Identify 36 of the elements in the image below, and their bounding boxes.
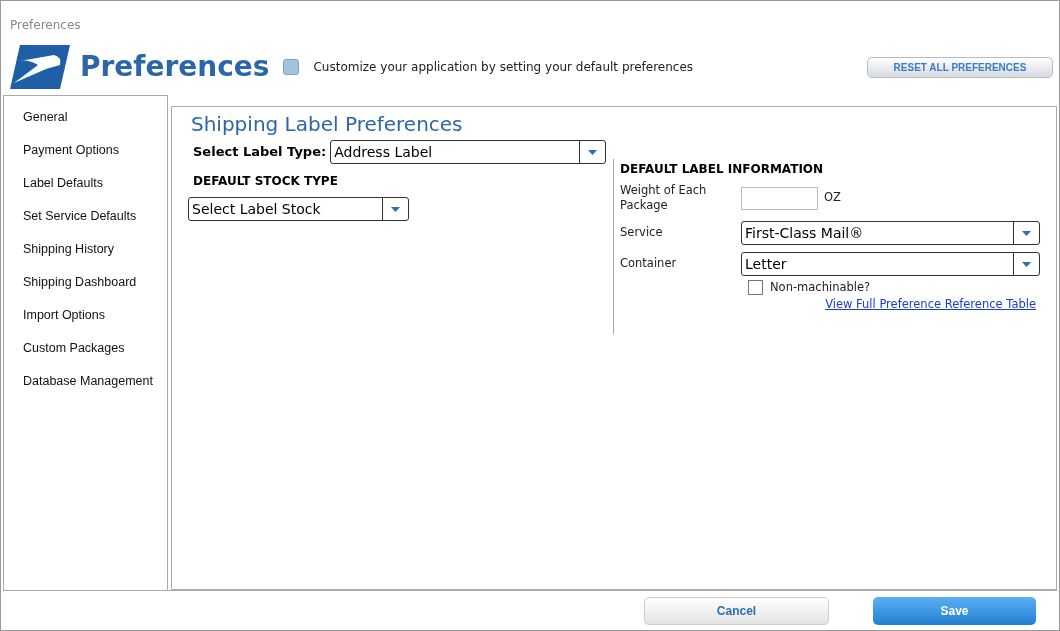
page-description: Customize your application by setting your default preferences bbox=[313, 59, 694, 76]
sidebar-item[interactable]: Shipping History bbox=[23, 240, 114, 273]
sidebar-item[interactable]: General bbox=[23, 108, 68, 141]
container-dropdown[interactable]: Letter bbox=[741, 252, 1040, 276]
sidebar-item[interactable]: Import Options bbox=[23, 306, 105, 339]
caret-icon bbox=[588, 149, 598, 155]
service-dropdown[interactable]: First-Class Mail® bbox=[741, 221, 1040, 245]
sidebar-item[interactable]: Shipping Dashboard bbox=[23, 273, 137, 306]
weight-label: Weight of Each Package bbox=[620, 183, 708, 213]
non-machinable-checkbox[interactable] bbox=[748, 280, 763, 296]
sidebar-item[interactable]: Payment Options bbox=[23, 141, 119, 174]
caret-icon bbox=[1022, 261, 1031, 267]
eagle-logo-icon bbox=[10, 45, 70, 89]
section-title: Shipping Label Preferences bbox=[191, 112, 463, 136]
weight-input[interactable] bbox=[741, 186, 818, 210]
container-label: Container bbox=[620, 255, 678, 273]
label-stock-dropdown[interactable]: Select Label Stock bbox=[188, 197, 409, 221]
page-title: Preferences bbox=[80, 49, 270, 85]
reference-table-link[interactable]: View Full Preference Reference Table bbox=[825, 296, 1036, 314]
caret-icon bbox=[391, 206, 400, 212]
sidebar-item[interactable]: Label Defaults bbox=[23, 174, 103, 207]
window-title: Preferences bbox=[10, 18, 81, 32]
label-info-heading: DEFAULT LABEL INFORMATION bbox=[620, 161, 825, 178]
sidebar-item[interactable]: Database Management bbox=[23, 372, 153, 405]
stock-heading: DEFAULT STOCK TYPE bbox=[192, 173, 339, 190]
weight-unit: OZ bbox=[824, 189, 841, 207]
sidebar-item[interactable]: Set Service Defaults bbox=[23, 207, 137, 240]
label-type-dropdown[interactable]: Address Label bbox=[330, 140, 607, 164]
reset-all-button[interactable]: RESET ALL PREFERENCES bbox=[867, 56, 1053, 78]
sidebar-item[interactable]: Custom Packages bbox=[23, 339, 125, 372]
cancel-button[interactable]: Cancel bbox=[644, 596, 829, 625]
info-icon[interactable] bbox=[283, 59, 300, 75]
label-type-label: Select Label Type: bbox=[193, 143, 327, 162]
non-machinable-label: Non-machinable? bbox=[770, 279, 871, 296]
caret-icon bbox=[1022, 230, 1031, 236]
service-label: Service bbox=[620, 224, 664, 242]
